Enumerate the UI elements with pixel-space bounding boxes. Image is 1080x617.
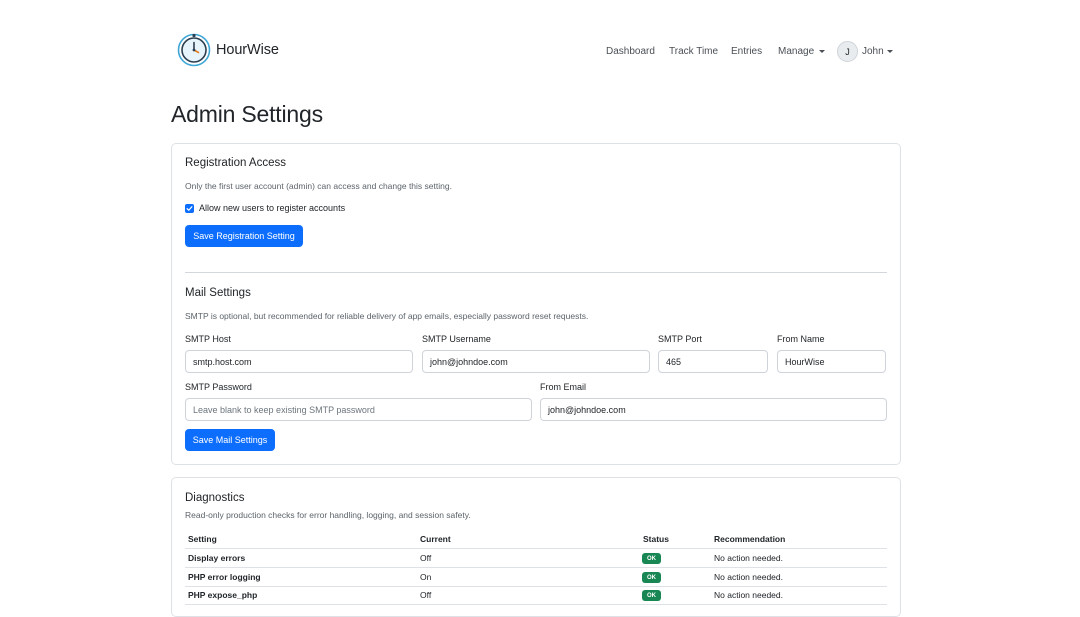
avatar[interactable]: J (837, 41, 858, 62)
chevron-down-icon (886, 49, 893, 53)
nav-user-dropdown[interactable]: John (862, 44, 893, 58)
nav-entries[interactable]: Entries (731, 44, 762, 58)
page-title: Admin Settings (171, 101, 323, 127)
chevron-down-icon (819, 49, 826, 53)
row-current: On (420, 572, 432, 582)
nav-manage-label: Manage (778, 45, 815, 57)
from-email-input[interactable]: john@johndoe.com (540, 398, 887, 421)
save-mail-settings-button[interactable]: Save Mail Settings (185, 429, 275, 451)
row-recommendation: No action needed. (714, 590, 783, 600)
navbar: HourWise Dashboard Track Time Entries Ma… (0, 0, 1080, 100)
table-row-divider (185, 604, 887, 605)
table-row-divider (185, 586, 887, 587)
column-header-status: Status (643, 534, 669, 544)
column-header-setting: Setting (188, 534, 217, 544)
registration-description: Only the first user account (admin) can … (185, 181, 452, 191)
smtp-password-input[interactable]: Leave blank to keep existing SMTP passwo… (185, 398, 532, 421)
stopwatch-icon (177, 33, 211, 67)
from-name-input[interactable]: HourWise (777, 350, 886, 373)
row-setting: PHP error logging (188, 572, 261, 582)
mail-description: SMTP is optional, but recommended for re… (185, 311, 589, 321)
brand-name: HourWise (216, 42, 279, 58)
row-current: Off (420, 553, 432, 563)
smtp-username-label: SMTP Username (422, 334, 491, 344)
mail-heading: Mail Settings (185, 287, 251, 299)
smtp-username-input[interactable]: john@johndoe.com (422, 350, 650, 373)
table-row-divider (185, 567, 887, 568)
smtp-port-label: SMTP Port (658, 334, 702, 344)
smtp-host-label: SMTP Host (185, 334, 231, 344)
from-email-label: From Email (540, 382, 587, 392)
row-recommendation: No action needed. (714, 572, 783, 582)
column-header-recommendation: Recommendation (714, 534, 786, 544)
allow-registration-checkbox[interactable] (185, 204, 194, 213)
diagnostics-description: Read-only production checks for error ha… (185, 510, 471, 520)
nav-dashboard[interactable]: Dashboard (606, 44, 655, 58)
row-current: Off (420, 590, 432, 600)
row-setting: Display errors (188, 553, 246, 563)
status-badge: OK (642, 572, 661, 583)
nav-user-label: John (862, 45, 884, 57)
status-badge: OK (642, 553, 661, 564)
check-icon (186, 206, 193, 211)
column-header-current: Current (420, 534, 451, 544)
smtp-port-input[interactable]: 465 (658, 350, 768, 373)
diagnostics-heading: Diagnostics (185, 492, 245, 504)
row-recommendation: No action needed. (714, 553, 783, 563)
registration-heading: Registration Access (185, 157, 286, 169)
diagnostics-card (171, 477, 901, 617)
nav-track-time[interactable]: Track Time (669, 44, 718, 58)
status-badge: OK (642, 590, 661, 601)
section-divider (185, 272, 887, 273)
save-registration-button[interactable]: Save Registration Setting (185, 225, 303, 247)
allow-registration-label[interactable]: Allow new users to register accounts (199, 203, 345, 213)
nav-manage-dropdown[interactable]: Manage (778, 44, 826, 58)
from-name-label: From Name (777, 334, 825, 344)
brand-link[interactable]: HourWise (177, 33, 279, 67)
row-setting: PHP expose_php (188, 590, 258, 600)
table-header-divider (185, 548, 887, 549)
smtp-host-input[interactable]: smtp.host.com (185, 350, 413, 373)
smtp-password-label: SMTP Password (185, 382, 252, 392)
